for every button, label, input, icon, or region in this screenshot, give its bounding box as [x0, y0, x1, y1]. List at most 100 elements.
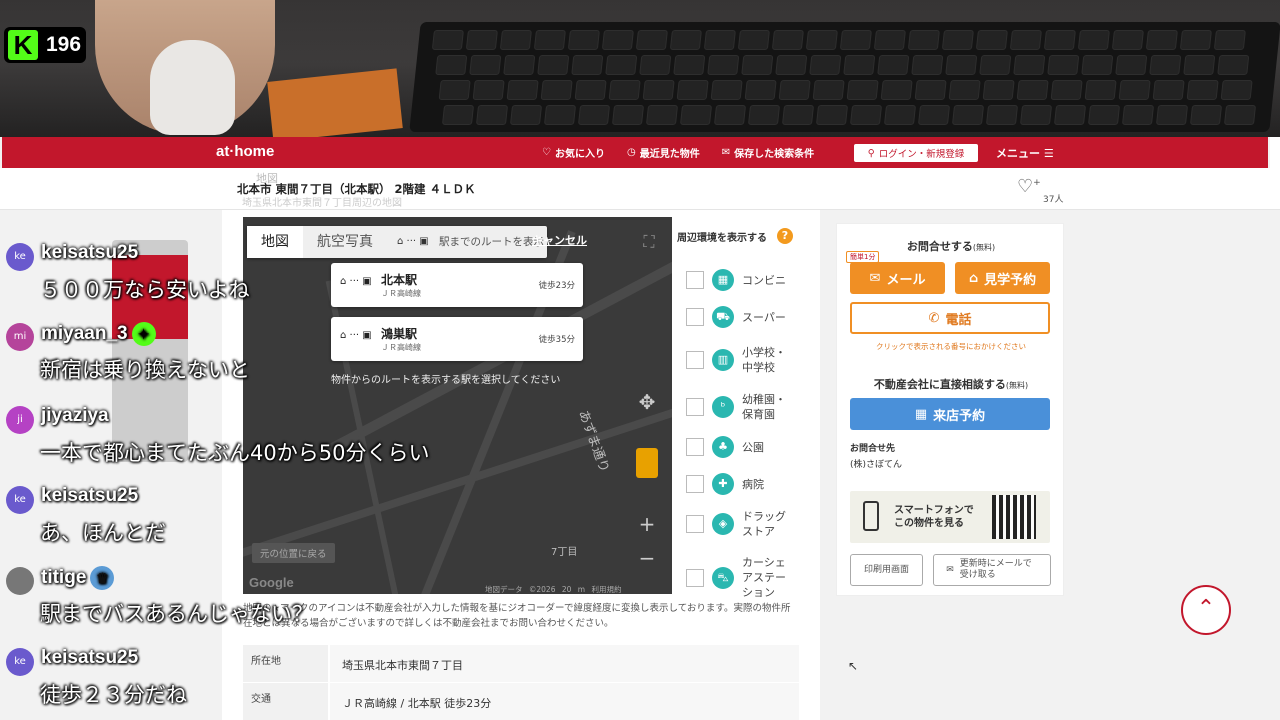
poi-label: ドラッグストア: [742, 510, 786, 538]
mail-button[interactable]: ✉ メール: [850, 262, 945, 294]
fullscreen-icon[interactable]: ⛶: [635, 228, 663, 256]
keyboard-key: [778, 80, 811, 100]
avatar: [6, 567, 34, 595]
keyboard-key: [469, 55, 502, 75]
menu-button[interactable]: メニュー ☰: [996, 145, 1054, 161]
help-icon[interactable]: ?: [777, 228, 793, 244]
zoom-in-button[interactable]: +: [632, 509, 662, 539]
chat-username: keisatsu25: [41, 242, 139, 263]
smartphone-icon: [863, 501, 879, 531]
poi-item[interactable]: ◈ ドラッグストア: [686, 509, 792, 539]
checkbox[interactable]: [686, 271, 704, 289]
keyboard-key: [747, 105, 781, 125]
poi-label: スーパー: [742, 310, 786, 324]
nav-saved-label: 保存した検索条件: [734, 149, 815, 160]
keyboard-key: [642, 80, 675, 100]
site-logo[interactable]: at·home: [216, 143, 274, 160]
keyboard-key: [1217, 55, 1250, 75]
chat-username: titige ♛: [41, 566, 115, 590]
page-subtitle: 埼玉県北本市東間７丁目周辺の地図: [242, 198, 402, 209]
poi-item[interactable]: ᵇ 幼稚園・保育園: [686, 392, 792, 422]
keyboard-key: [713, 105, 747, 125]
keyboard-key: [472, 80, 505, 100]
phone-label: 電話: [945, 312, 972, 328]
keyboard-key: [574, 80, 607, 100]
keyboard-key: [605, 55, 638, 75]
poi-item[interactable]: ⛍ カーシェアステーション: [686, 555, 792, 600]
pan-control-icon[interactable]: ✥: [632, 387, 662, 417]
poi-item[interactable]: ⛟ スーパー: [686, 306, 786, 328]
header-nav: ♡ お気に入り ◷ 最近見た物件 ✉ 保存した検索条件: [542, 145, 814, 160]
contact-heading-note: (無料): [972, 243, 996, 252]
street-view-pegman-icon[interactable]: [636, 448, 658, 478]
favorite-button[interactable]: ♡+ 37人: [1017, 176, 1063, 205]
keyboard-key: [1213, 30, 1246, 50]
keyboard-key: [985, 105, 1019, 125]
chat-username: keisatsu25: [41, 485, 139, 506]
checkbox[interactable]: [686, 308, 704, 326]
checkbox[interactable]: [686, 515, 704, 533]
keyboard-key: [499, 30, 532, 50]
site-header: at·home ♡ お気に入り ◷ 最近見た物件 ✉ 保存した検索条件 ⚲ ログイン・新…: [2, 137, 1280, 168]
keyboard-key: [608, 80, 641, 100]
keyboard-key: [611, 105, 645, 125]
login-button[interactable]: ⚲ ログイン・新規登録: [854, 144, 978, 162]
nav-saved-search[interactable]: ✉ 保存した検索条件: [722, 145, 814, 160]
checkbox[interactable]: [686, 438, 704, 456]
kindergarten-icon: ᵇ: [712, 396, 734, 418]
mouse-cursor-icon: ↖: [848, 659, 859, 673]
keyboard-key: [839, 30, 872, 50]
keyboard-key: [1145, 30, 1178, 50]
poi-item[interactable]: ✚ 病院: [686, 473, 764, 495]
keyboard-key: [1050, 80, 1083, 100]
keyboard-key: [537, 55, 570, 75]
store-reservation-button[interactable]: ▦ 来店予約: [850, 398, 1050, 430]
poi-item[interactable]: ▦ コンビニ: [686, 269, 786, 291]
keyboard-key: [601, 30, 634, 50]
print-label: 印刷用画面: [863, 564, 909, 575]
keyboard-key: [703, 30, 736, 50]
keyboard-key: [1043, 30, 1076, 50]
keyboard-key: [1013, 55, 1046, 75]
notify-button[interactable]: ✉ 更新時にメールで受け取る: [933, 554, 1051, 586]
poi-item[interactable]: ♣ 公園: [686, 436, 764, 458]
keyboard-key: [1189, 105, 1223, 125]
checkbox[interactable]: [686, 398, 704, 416]
keyboard-key: [435, 55, 468, 75]
keyboard-key: [533, 30, 566, 50]
avatar: ke: [6, 486, 34, 514]
title-row: 地図 北本市 東間７丁目（北本駅） 2階建 ４ＬＤＫ 埼玉県北本市東間７丁目周辺…: [0, 168, 1280, 210]
poi-label: カーシェアステーション: [742, 556, 786, 599]
keyboard-key: [676, 80, 709, 100]
keyboard-key: [669, 30, 702, 50]
school-icon: ▥: [712, 349, 734, 371]
keyboard-key: [679, 105, 713, 125]
phone-icon: ✆: [928, 310, 940, 326]
zoom-out-button[interactable]: −: [632, 543, 662, 573]
mail-label: メール: [886, 272, 926, 288]
keyboard-key: [673, 55, 706, 75]
nav-favorites[interactable]: ♡ お気に入り: [542, 145, 605, 160]
keyboard-key: [809, 55, 842, 75]
keyboard-key: [1152, 80, 1185, 100]
phone-button[interactable]: ✆ 電話: [850, 302, 1050, 334]
keyboard-key: [982, 80, 1015, 100]
chat-text: 徒歩２３分だね: [40, 683, 187, 707]
keyboard-key: [883, 105, 917, 125]
checkbox[interactable]: [686, 475, 704, 493]
reserve-label: 来店予約: [933, 408, 986, 424]
checkbox[interactable]: [686, 351, 704, 369]
mail-icon: ✉: [721, 147, 731, 158]
keyboard-key: [1016, 80, 1049, 100]
visit-label: 見学予約: [984, 272, 1037, 288]
scroll-to-top-button[interactable]: ⌃: [1181, 585, 1231, 635]
visit-reservation-button[interactable]: ⌂ 見学予約: [955, 262, 1050, 294]
poi-item[interactable]: ▥ 小学校・中学校: [686, 345, 792, 375]
keyboard-key: [540, 80, 573, 100]
print-button[interactable]: 印刷用画面: [850, 554, 923, 586]
direct-heading-note: (無料): [1005, 381, 1029, 390]
nav-recent[interactable]: ◷ 最近見た物件: [627, 145, 700, 160]
keyboard-key: [979, 55, 1012, 75]
header-edge: [1270, 137, 1280, 168]
checkbox[interactable]: [686, 568, 704, 587]
